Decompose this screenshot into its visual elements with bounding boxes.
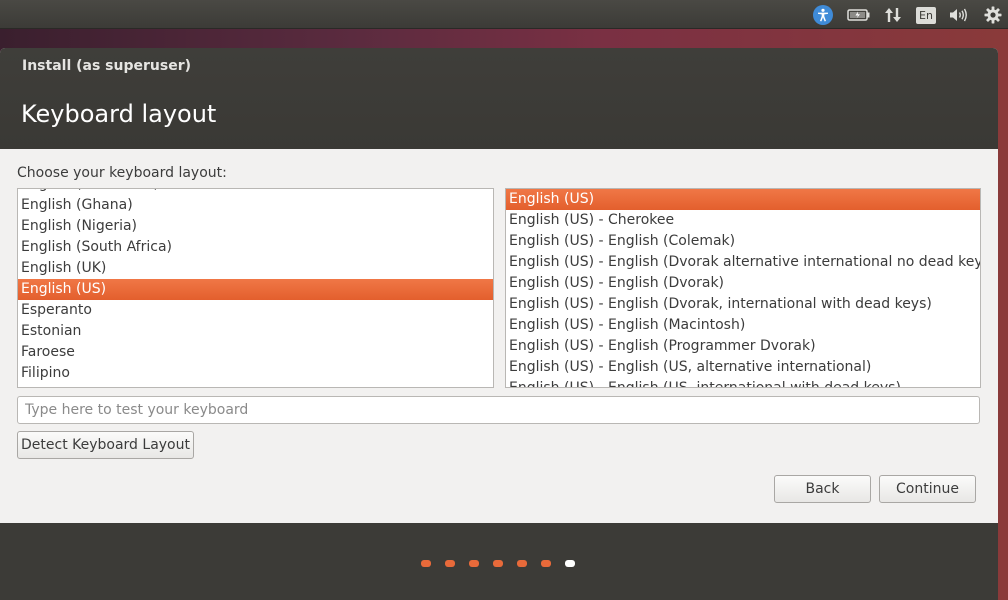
layout-list-item[interactable]: Faroese <box>18 342 493 363</box>
accessibility-icon[interactable] <box>812 4 834 26</box>
progress-dot <box>493 560 503 567</box>
top-panel: En <box>0 0 1008 29</box>
detect-keyboard-layout-button[interactable]: Detect Keyboard Layout <box>17 431 194 459</box>
variant-list-item[interactable]: English (US) - English (Colemak) <box>506 231 980 252</box>
back-button[interactable]: Back <box>774 475 871 503</box>
layout-list-item[interactable]: Finnish <box>18 384 493 387</box>
variant-list-item[interactable]: English (US) - English (Macintosh) <box>506 315 980 336</box>
variant-list[interactable]: English (US) English (US) - Cherokee Engli… <box>505 188 981 388</box>
window-titlebar: Install (as superuser) Keyboard layout <box>0 48 998 149</box>
variant-list-item[interactable]: English (US) - English (Dvorak alternati… <box>506 252 980 273</box>
variant-list-item[interactable]: English (US) - Cherokee <box>506 210 980 231</box>
progress-dot <box>421 560 431 567</box>
volume-icon[interactable] <box>946 4 970 26</box>
layout-list-item[interactable]: Estonian <box>18 321 493 342</box>
layout-list-item[interactable]: English (Ghana) <box>18 195 493 216</box>
continue-button[interactable]: Continue <box>879 475 976 503</box>
installer-window: Install (as superuser) Keyboard layout C… <box>0 48 998 600</box>
content-area: Choose your keyboard layout: English (Ca… <box>0 149 998 523</box>
progress-dot <box>565 560 575 567</box>
progress-dot <box>541 560 551 567</box>
window-title: Install (as superuser) <box>22 58 191 74</box>
network-icon[interactable] <box>882 4 904 26</box>
layout-list-item[interactable]: English (Cameroon) <box>18 189 493 195</box>
keyboard-test-input[interactable] <box>17 396 980 424</box>
layout-list-item[interactable]: Esperanto <box>18 300 493 321</box>
progress-dot <box>517 560 527 567</box>
page-title: Keyboard layout <box>21 100 217 128</box>
progress-footer <box>0 523 998 600</box>
language-indicator: En <box>916 6 936 24</box>
variant-list-item[interactable]: English (US) - English (US, internationa… <box>506 378 980 387</box>
battery-icon[interactable] <box>846 4 872 26</box>
layout-list-item[interactable]: Filipino <box>18 363 493 384</box>
progress-dot <box>445 560 455 567</box>
layout-list-item[interactable]: English (Nigeria) <box>18 216 493 237</box>
variant-list-item[interactable]: English (US) - English (Dvorak, internat… <box>506 294 980 315</box>
layout-list-item[interactable]: English (UK) <box>18 258 493 279</box>
variant-list-item[interactable]: English (US) - English (Programmer Dvora… <box>506 336 980 357</box>
choose-layout-label: Choose your keyboard layout: <box>17 165 227 181</box>
settings-gear-icon[interactable] <box>982 4 1004 26</box>
layout-list[interactable]: English (Cameroon)English (Ghana)English… <box>17 188 494 388</box>
keyboard-language-icon[interactable]: En <box>915 4 937 26</box>
layout-list-item[interactable]: English (US) <box>18 279 493 300</box>
progress-dot <box>469 560 479 567</box>
layout-list-item[interactable]: English (South Africa) <box>18 237 493 258</box>
variant-list-item[interactable]: English (US) - English (US, alternative … <box>506 357 980 378</box>
variant-list-item[interactable]: English (US) <box>506 189 980 210</box>
progress-dots <box>421 560 575 567</box>
variant-list-item[interactable]: English (US) - English (Dvorak) <box>506 273 980 294</box>
